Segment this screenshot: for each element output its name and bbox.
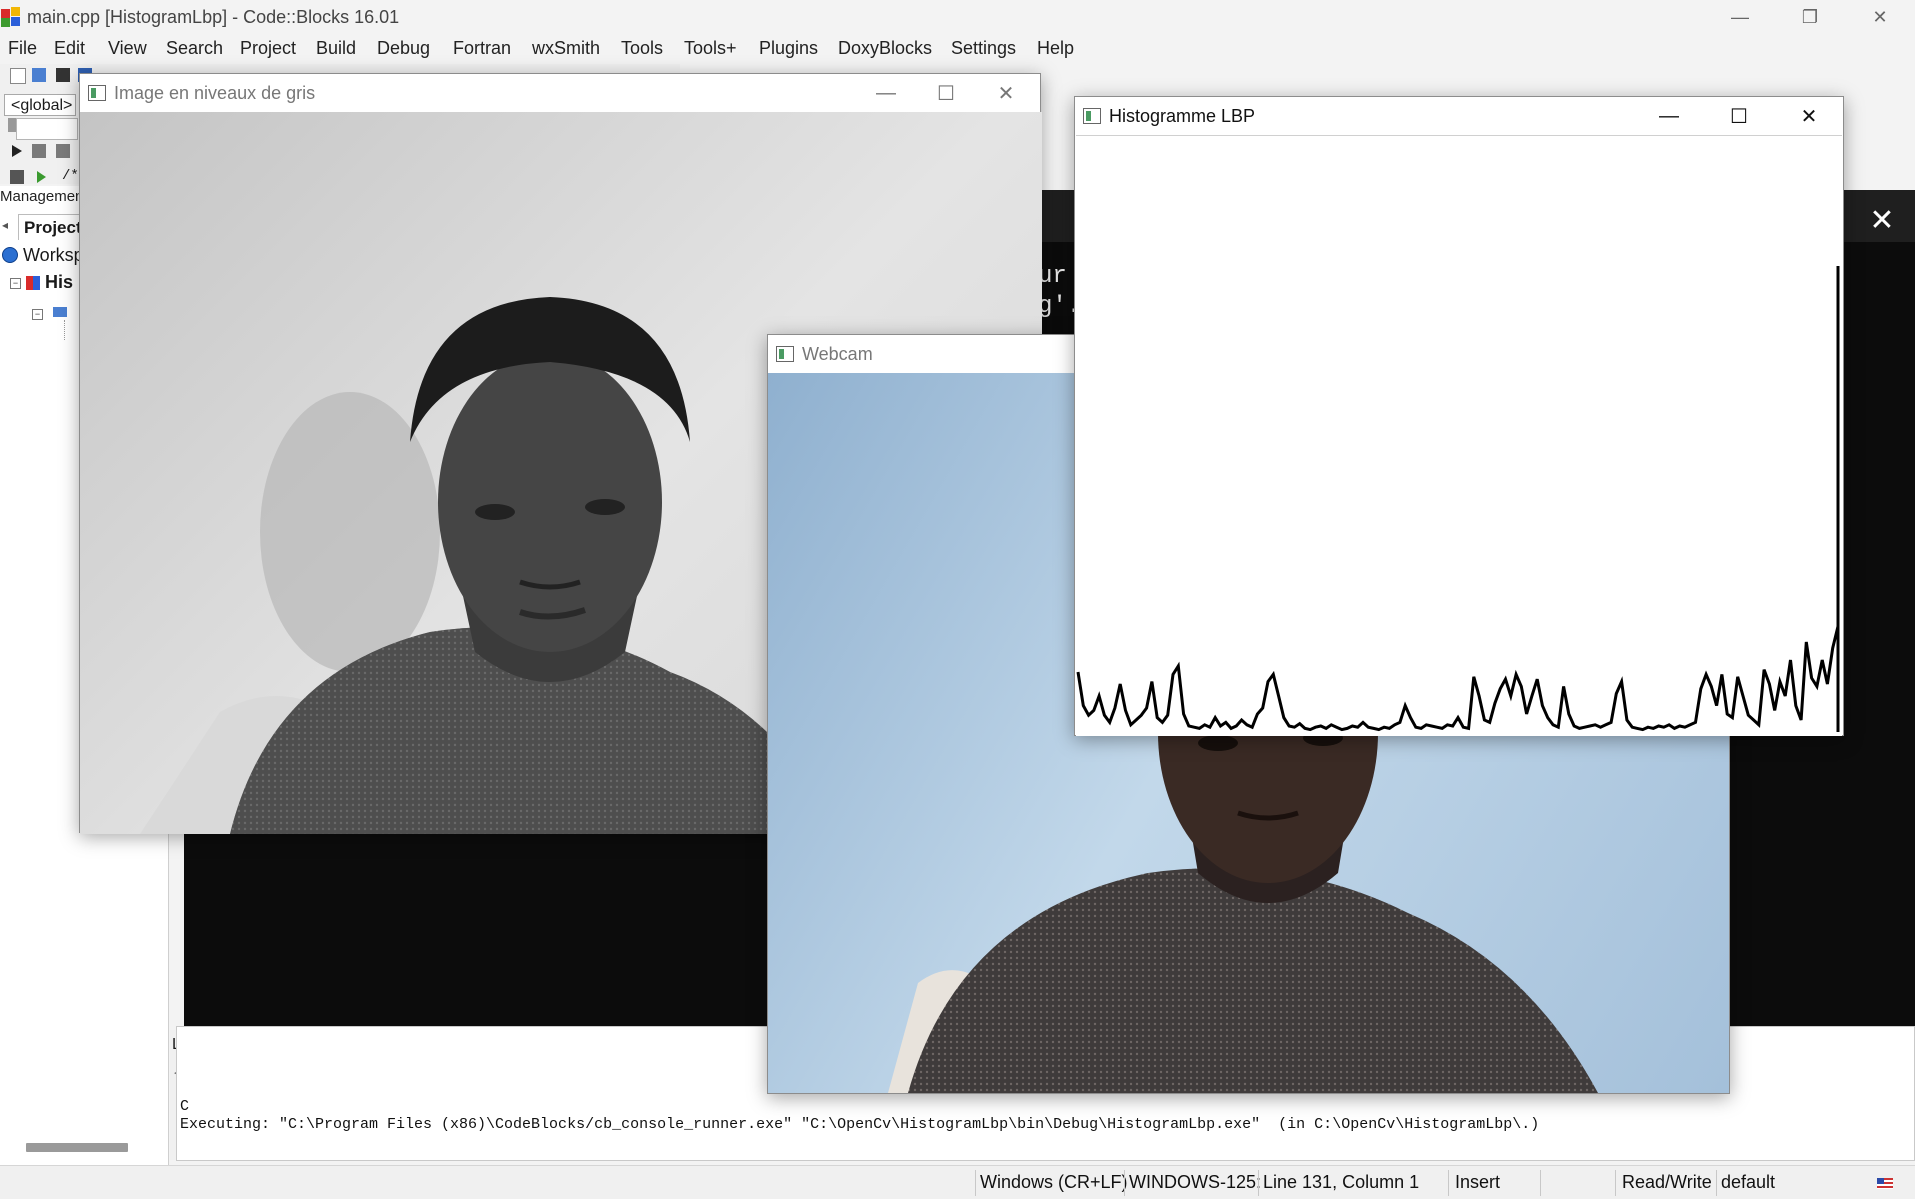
menu-wxsmith[interactable]: wxSmith — [532, 38, 600, 59]
status-position: Line 131, Column 1 — [1263, 1172, 1420, 1192]
save-icon[interactable] — [56, 68, 70, 82]
collapse-icon[interactable]: − — [32, 309, 43, 320]
menu-debug[interactable]: Debug — [377, 38, 430, 59]
sources-folder-node[interactable]: − — [32, 304, 68, 322]
step-into-icon[interactable] — [32, 144, 46, 158]
webcam-window-title: Webcam — [802, 344, 873, 364]
folder-icon — [53, 307, 68, 317]
status-encoding: WINDOWS-125: — [1129, 1172, 1262, 1192]
status-line-endings: Windows (CR+LF) — [980, 1172, 1128, 1192]
opencv-window-icon — [776, 346, 794, 362]
symbol-combo[interactable] — [16, 118, 78, 140]
grayscale-window-title: Image en niveaux de gris — [114, 83, 316, 103]
status-access: Read/Write — [1622, 1172, 1712, 1192]
workspace-node[interactable]: Worksp — [2, 245, 84, 266]
menu-view[interactable]: View — [108, 38, 147, 59]
opencv-window-icon — [1083, 108, 1101, 124]
grayscale-title-bar[interactable]: Image en niveaux de gris — ☐ ✕ — [80, 74, 1040, 112]
status-profile: default — [1721, 1172, 1776, 1192]
minimize-button[interactable]: — — [1705, 0, 1775, 34]
menu-file[interactable]: File — [8, 38, 37, 59]
restore-button[interactable]: ❐ — [1775, 0, 1845, 34]
codeblocks-logo-icon — [1, 7, 20, 27]
histogram-plot — [1076, 266, 1840, 732]
project-node[interactable]: − His — [10, 272, 73, 293]
build-icon[interactable] — [10, 170, 24, 184]
gray-maximize-button[interactable]: ☐ — [916, 74, 976, 112]
histogram-title-bar[interactable]: Histogramme LBP — ☐ ✕ — [1075, 97, 1843, 135]
open-icon[interactable] — [32, 68, 46, 82]
keyboard-language-icon[interactable] — [1877, 1178, 1893, 1189]
menu-fortran[interactable]: Fortran — [453, 38, 511, 59]
scope-combo[interactable]: <global> — [4, 94, 76, 116]
project-icon — [26, 276, 41, 290]
menu-doxyblocks[interactable]: DoxyBlocks — [838, 38, 932, 59]
build-run-icon[interactable] — [34, 170, 48, 184]
menu-tools[interactable]: Tools — [621, 38, 663, 59]
menu-search[interactable]: Search — [166, 38, 223, 59]
log-executing-line: Executing: "C:\Program Files (x86)\CodeB… — [180, 1116, 1540, 1133]
gray-minimize-button[interactable]: — — [856, 74, 916, 112]
histogram-line — [1076, 626, 1840, 732]
menu-build[interactable]: Build — [316, 38, 356, 59]
tab-scroll-left-icon[interactable]: ◂ — [2, 218, 8, 232]
run-icon[interactable] — [10, 144, 24, 158]
histogram-close-button[interactable]: ✕ — [1779, 97, 1839, 135]
histogram-minimize-button[interactable]: — — [1639, 97, 1699, 135]
menu-bar: File Edit View Search Project Build Debu… — [0, 34, 1915, 64]
tab-projects[interactable]: Project — [18, 214, 82, 240]
log-partial-line: C — [180, 1098, 190, 1115]
new-file-icon[interactable] — [10, 68, 26, 84]
histogram-window-title: Histogramme LBP — [1109, 106, 1256, 126]
menu-help[interactable]: Help — [1037, 38, 1074, 59]
workspace-icon — [2, 247, 18, 263]
workspace-label: Worksp — [23, 245, 84, 265]
histogram-maximize-button[interactable]: ☐ — [1709, 97, 1769, 135]
menu-tools-plus[interactable]: Tools+ — [684, 38, 737, 59]
horizontal-scrollbar[interactable] — [26, 1143, 128, 1152]
management-label: Managemen — [0, 188, 84, 205]
menu-project[interactable]: Project — [240, 38, 296, 59]
close-button[interactable]: ✕ — [1845, 0, 1915, 34]
menu-plugins[interactable]: Plugins — [759, 38, 818, 59]
collapse-icon[interactable]: − — [10, 278, 21, 289]
status-mode: Insert — [1455, 1172, 1501, 1192]
menu-edit[interactable]: Edit — [54, 38, 85, 59]
gray-close-button[interactable]: ✕ — [976, 74, 1036, 112]
status-bar: Windows (CR+LF) WINDOWS-125: Line 131, C… — [0, 1165, 1915, 1199]
menu-settings[interactable]: Settings — [951, 38, 1016, 59]
step-out-icon[interactable] — [56, 144, 70, 158]
window-title: main.cpp [HistogramLbp] - Code::Blocks 1… — [27, 7, 400, 27]
histogram-window[interactable]: Histogramme LBP — ☐ ✕ — [1074, 96, 1844, 736]
opencv-window-icon — [88, 85, 106, 101]
project-label: His — [45, 272, 74, 292]
console-close-button[interactable]: ✕ — [1860, 198, 1904, 242]
tree-line — [64, 320, 66, 340]
histogram-canvas — [1076, 135, 1842, 736]
main-title-bar[interactable]: main.cpp [HistogramLbp] - Code::Blocks 1… — [0, 0, 1915, 34]
